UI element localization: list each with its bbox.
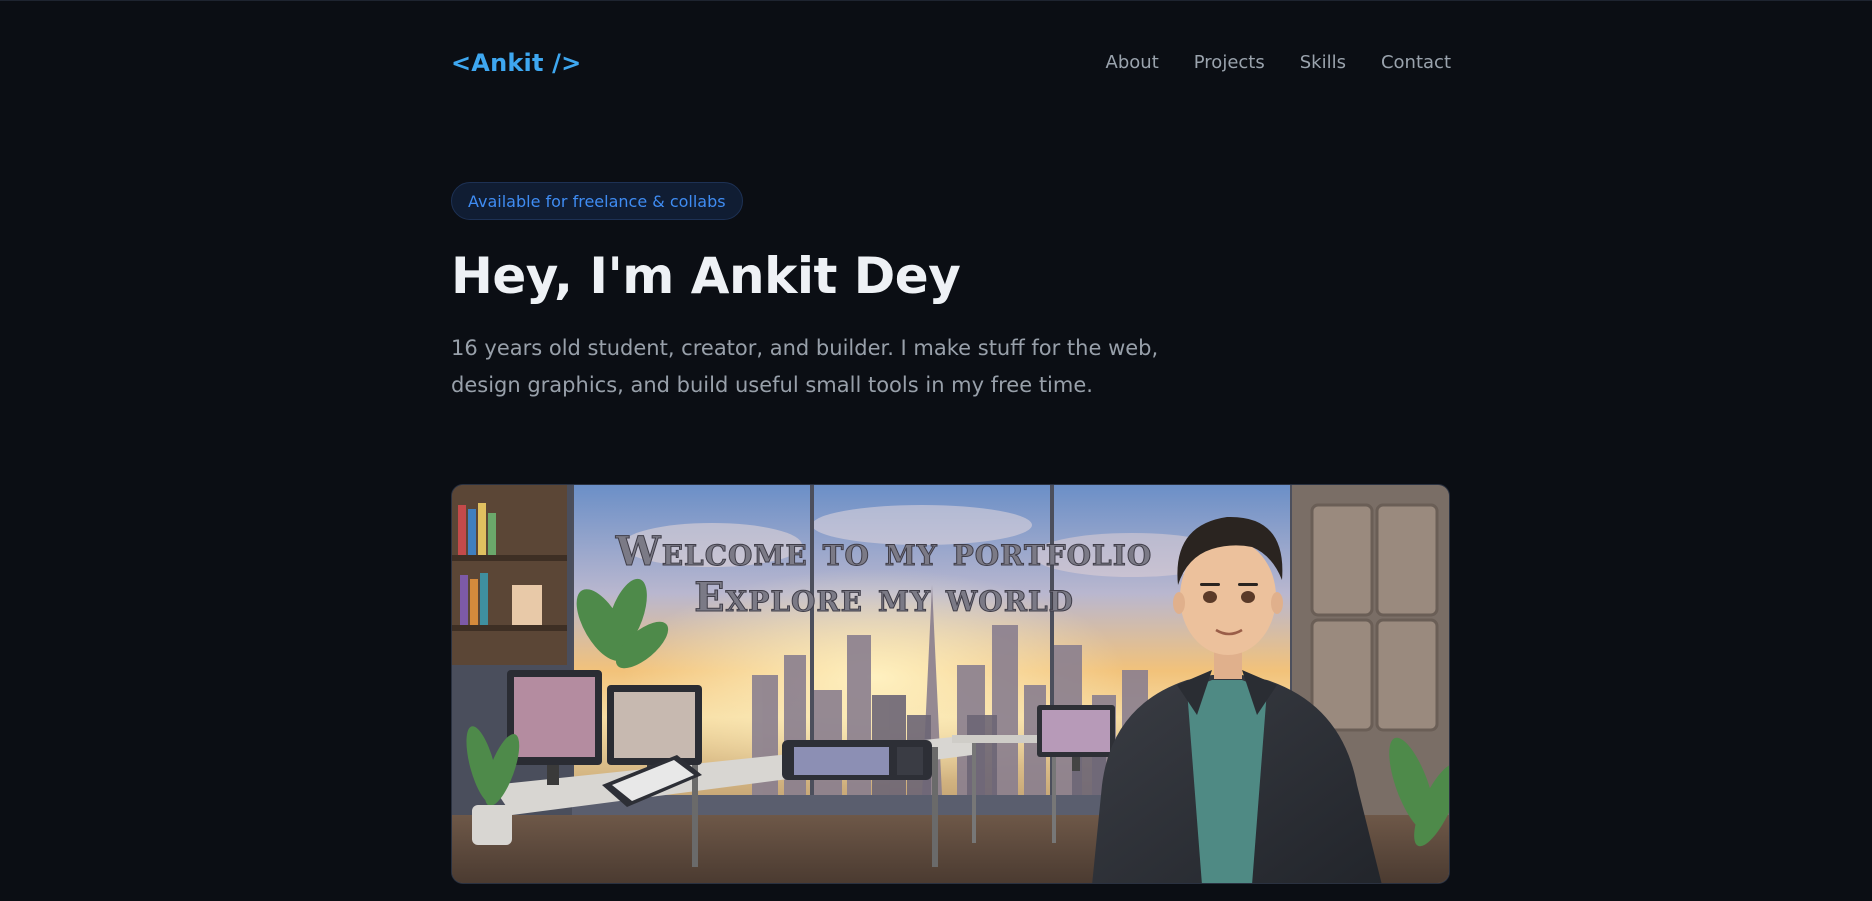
banner-text: Welcome to my portfolio Explore my world — [614, 528, 1152, 622]
hero-intro: 16 years old student, creator, and build… — [451, 336, 1159, 397]
hero-banner-image: Welcome to my portfolio Explore my world — [451, 484, 1450, 884]
nav-contact[interactable]: Contact — [1381, 52, 1451, 73]
site-header: <Ankit /> About Projects Skills Contact — [451, 49, 1451, 79]
logo[interactable]: <Ankit /> — [451, 49, 581, 77]
availability-badge: Available for freelance & collabs — [451, 182, 743, 220]
main-nav: About Projects Skills Contact — [1106, 52, 1451, 73]
hero-title: Hey, I'm Ankit Dey — [451, 247, 961, 305]
nav-skills[interactable]: Skills — [1300, 52, 1346, 73]
banner-line-1: Welcome to my portfolio — [615, 528, 1152, 575]
banner-line-2: Explore my world — [694, 574, 1074, 621]
nav-about[interactable]: About — [1106, 52, 1159, 73]
hero-illustration: Welcome to my portfolio Explore my world — [452, 485, 1449, 883]
nav-projects[interactable]: Projects — [1194, 52, 1265, 73]
page: <Ankit /> About Projects Skills Contact … — [0, 0, 1872, 901]
